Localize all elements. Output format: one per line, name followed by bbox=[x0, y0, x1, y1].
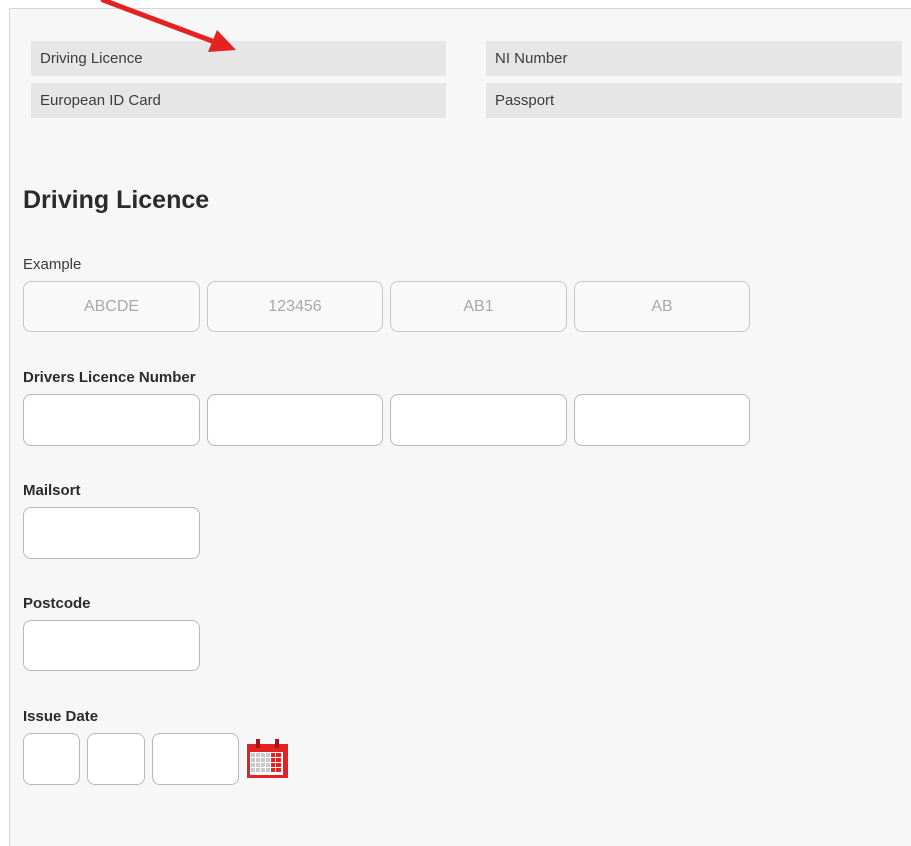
postcode-label: Postcode bbox=[23, 595, 91, 612]
doc-option-label: Passport bbox=[495, 92, 555, 109]
licence-number-part-3-input[interactable] bbox=[390, 394, 567, 446]
doc-option-ni-number[interactable]: NI Number bbox=[486, 41, 902, 76]
issue-date-label: Issue Date bbox=[23, 708, 99, 725]
licence-number-part-2-input[interactable] bbox=[207, 394, 383, 446]
doc-option-label: Driving Licence bbox=[40, 50, 143, 67]
doc-option-driving-licence[interactable]: Driving Licence bbox=[31, 41, 446, 76]
example-box-4: AB bbox=[574, 281, 750, 332]
mailsort-input[interactable] bbox=[23, 507, 200, 559]
drivers-licence-number-label: Drivers Licence Number bbox=[23, 369, 196, 386]
calendar-icon[interactable] bbox=[244, 737, 289, 779]
doc-option-label: European ID Card bbox=[40, 92, 161, 109]
doc-option-european-id-card[interactable]: European ID Card bbox=[31, 83, 446, 118]
example-box-2: 123456 bbox=[207, 281, 383, 332]
postcode-input[interactable] bbox=[23, 620, 200, 671]
example-box-3: AB1 bbox=[390, 281, 567, 332]
example-label: Example bbox=[23, 256, 82, 273]
section-title: Driving Licence bbox=[23, 186, 210, 214]
issue-date-day-input[interactable] bbox=[23, 733, 80, 785]
example-box-1: ABCDE bbox=[23, 281, 200, 332]
licence-number-part-4-input[interactable] bbox=[574, 394, 750, 446]
issue-date-year-input[interactable] bbox=[152, 733, 239, 785]
doc-option-label: NI Number bbox=[495, 50, 568, 67]
doc-option-passport[interactable]: Passport bbox=[486, 83, 902, 118]
issue-date-month-input[interactable] bbox=[87, 733, 145, 785]
mailsort-label: Mailsort bbox=[23, 482, 81, 499]
licence-number-part-1-input[interactable] bbox=[23, 394, 200, 446]
